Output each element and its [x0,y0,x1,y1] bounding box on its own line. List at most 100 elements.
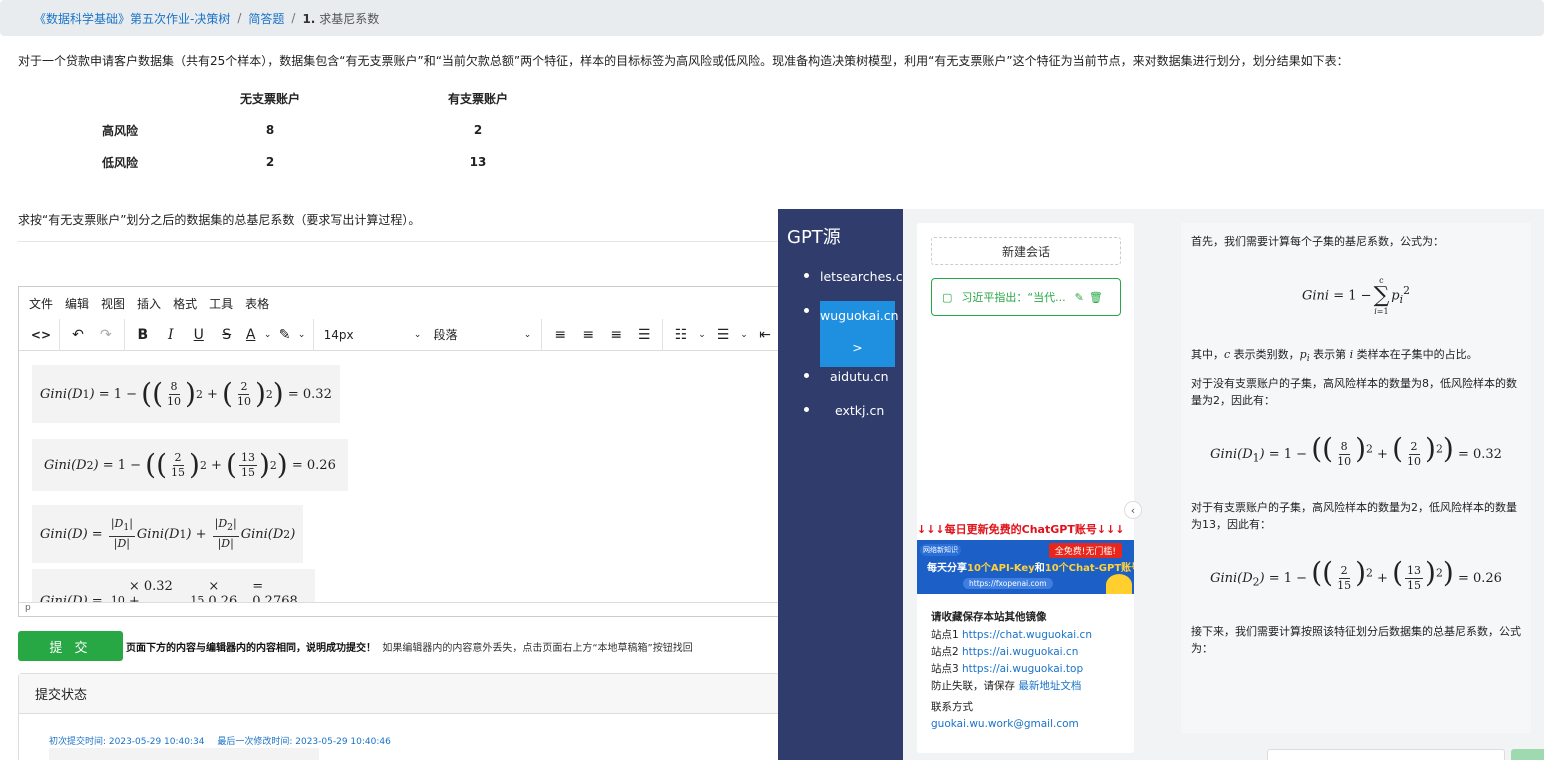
strikethrough-icon[interactable]: S [213,321,241,349]
breadcrumb-separator: / [291,11,296,25]
ad-title: ↓↓↓每日更新免费的ChatGPT账号↓↓↓ [917,523,1125,536]
menu-file[interactable]: 文件 [29,295,53,312]
last-modified-time: 最后一次修改时间: 2023-05-29 10:40:46 [217,737,391,747]
element-path: p [25,603,31,613]
edit-icon[interactable]: ✎ [1075,291,1084,304]
breadcrumb-current-num: 1. [302,11,316,26]
editor-menubar: 文件 编辑 视图 插入 格式 工具 表格 [19,287,779,319]
bold-icon[interactable]: B [129,321,157,349]
text-color-icon[interactable]: A [241,321,261,349]
gpt-chat-panel: 新建会话 ▢ 习近平指出：“当代... ✎ 🗑 ↓↓↓每日更新免费的ChatGP… [903,209,1544,760]
toolbar-divider [123,318,125,351]
breadcrumb-current-title: 求基尼系数 [319,11,380,26]
question-table: 无支票账户 有支票账户 高风险 8 2 低风险 2 13 [60,82,596,178]
breadcrumb-current: 1. 求基尼系数 [302,10,379,27]
formula-result: = 0.2768 [252,579,298,602]
menu-tools[interactable]: 工具 [209,295,233,312]
table-cell: 2 [265,155,275,169]
gpt-source-item[interactable]: letsearches.com [778,259,903,293]
send-button[interactable] [1511,749,1544,760]
breadcrumb-course[interactable]: 《数据科学基础》第五次作业-决策树 [34,10,230,27]
font-size-select[interactable]: 14px ⌄ [318,321,428,349]
answer-paragraph: 首先，我们需要计算每个子集的基尼系数，公式为： [1191,235,1444,248]
underline-icon[interactable]: U [185,321,213,349]
gpt-source-label: wuguokai.cn [820,308,899,323]
table-cell: 13 [469,155,487,169]
chevron-down-icon[interactable]: ⌄ [261,321,275,349]
submit-times: 初次提交时间: 2023-05-29 10:40:34 最后一次修改时间: 20… [49,734,401,747]
answer-formula-d1: Gini(D1) = 1 − ((8 10)2 + (2 10)2) = 0.32 [1210,432,1502,469]
editor-content[interactable]: Gini(D 1) = 1 − ((8 10) 2 + (2 10) 2) = 0.32 … [19,352,779,602]
table-cell: 低风险 [101,155,138,170]
source-code-icon[interactable]: <> [27,321,55,349]
align-left-icon[interactable]: ≡ [546,321,574,349]
toolbar-divider [541,318,543,351]
chevron-down-icon[interactable]: ⌄ [737,321,751,349]
contact-email[interactable]: guokai.wu.work@gmail.com [931,718,1079,730]
contact-title: 联系方式 [931,701,973,713]
menu-view[interactable]: 视图 [101,295,125,312]
highlight-icon[interactable]: ✎ [275,321,295,349]
chevron-down-icon[interactable]: ⌄ [295,321,309,349]
menu-format[interactable]: 格式 [173,295,197,312]
gpt-source-list: letsearches.com wuguokai.cn > aidutu.cn … [778,259,903,427]
bullet-list-icon[interactable]: ☷ [667,321,695,349]
ad-main-text: 每天分享10个API-Key和10个Chat-GPT账号 [927,563,1134,574]
ad-banner[interactable]: 网络新知识 全免费!无门槛! 每天分享10个API-Key和10个Chat-GP… [917,540,1134,594]
table-cell: 8 [265,123,275,137]
table-cell: 高风险 [101,123,138,138]
formula-gini-d: Gini(D) = |D1| |D| Gini(D 1) + |D2| |D| Gini(… [32,505,304,563]
latest-address-link[interactable]: 最新地址文档 [1018,680,1081,692]
block-format-select[interactable]: 段落 ⌄ [427,321,537,349]
breadcrumb-section[interactable]: 简答题 [248,10,284,27]
menu-insert[interactable]: 插入 [137,295,161,312]
gpt-source-label: extkj.cn [835,402,885,418]
mirror-link[interactable]: https://ai.wuguokai.top [962,663,1083,675]
new-chat-button[interactable]: 新建会话 [931,237,1121,265]
table-header: 无支票账户 [239,91,300,106]
italic-icon[interactable]: I [157,321,185,349]
gpt-source-item[interactable]: extkj.cn [778,393,903,427]
submit-note-text: 如果编辑器内的内容意外丢失，点击页面右上方“本地草稿箱”按钮找回 [382,643,693,654]
breadcrumb-separator: / [237,11,242,25]
chevron-down-icon[interactable]: ⌄ [695,321,709,349]
align-justify-icon[interactable]: ☰ [630,321,658,349]
submit-status-title: 提交状态 [19,674,779,714]
answer-paragraph: 接下来，我们需要计算按照该特征划分后数据集的总基尼系数，公式为： [1191,625,1521,656]
contact-info: 联系方式 guokai.wu.work@gmail.com [931,699,1079,733]
menu-table[interactable]: 表格 [245,295,269,312]
question-intro: 对于一个贷款申请客户数据集（共有25个样本），数据集包含“有无支票账户”和“当前… [18,54,1349,68]
formula-value: 15 [188,594,206,602]
chat-input[interactable] [1267,749,1505,760]
numbered-list-icon[interactable]: ☰ [709,321,737,349]
mirror-sites: 请收藏保存本站其他镜像 站点1 https://chat.wuguokai.cn… [931,609,1092,695]
question-prompt: 求按“有无支票账户”划分之后的数据集的总基尼系数（要求写出计算过程）。 [18,213,421,227]
font-size-value: 14px [323,327,354,342]
menu-edit[interactable]: 编辑 [65,295,89,312]
align-center-icon[interactable]: ≡ [574,321,602,349]
table-cell: 2 [473,123,483,137]
table-row: 无支票账户 有支票账户 [60,82,596,114]
redo-icon[interactable]: ↷ [92,321,120,349]
first-submit-time: 初次提交时间: 2023-05-29 10:40:34 [49,737,205,747]
gpt-source-item[interactable]: aidutu.cn [778,359,903,393]
submit-button[interactable]: 提 交 [18,631,123,661]
toolbar-divider [312,318,314,351]
gpt-source-item-active[interactable]: wuguokai.cn > [778,293,903,367]
formula-gini-d2: Gini(D 2) = 1 − ((2 15) 2 + (13 15) 2) = 0.26 [32,439,348,491]
mirror-link[interactable]: https://chat.wuguokai.cn [962,629,1092,641]
outdent-icon[interactable]: ⇤ [751,321,779,349]
chevron-left-icon[interactable]: ‹ [1124,501,1142,519]
mirror-link[interactable]: https://ai.wuguokai.cn [962,646,1078,658]
divider [18,241,778,242]
align-right-icon[interactable]: ≡ [602,321,630,349]
undo-icon[interactable]: ↶ [64,321,92,349]
answer-paragraph: 对于没有支票账户的子集，高风险样本的数量为8，低风险样本的数量为2，因此有： [1191,377,1517,408]
formula-block: Gini(D 2) = 1 − ((2 15) 2 + (13 15) 2) = 0.26 [32,426,779,491]
mirror-item: 站点1 https://chat.wuguokai.cn [931,629,1092,641]
chat-session-item[interactable]: ▢ 习近平指出：“当代... ✎ 🗑 [931,278,1121,316]
mirror-item: 站点2 https://ai.wuguokai.cn [931,646,1079,658]
trash-icon[interactable]: 🗑 [1089,291,1103,304]
ad-badge: 网络新知识 [920,544,961,556]
gpt-source-label: aidutu.cn [830,368,889,384]
